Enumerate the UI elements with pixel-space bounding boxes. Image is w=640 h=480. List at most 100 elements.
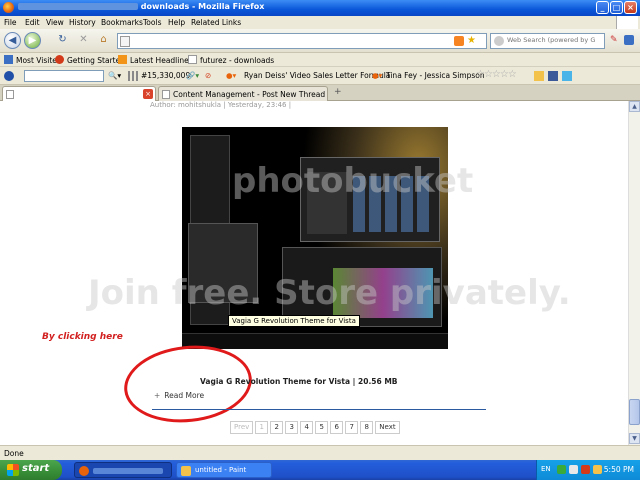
- vertical-scrollbar[interactable]: ▲ ▼: [628, 101, 640, 445]
- search-engine-icon[interactable]: [494, 36, 504, 46]
- tab-favicon: [6, 90, 14, 99]
- pager-page-2[interactable]: 2: [270, 421, 284, 434]
- read-more-link[interactable]: + Read More: [154, 391, 204, 400]
- title-bar: downloads - Mozilla Firefox _ □ ×: [0, 0, 640, 16]
- system-tray: EN 5:50 PM: [536, 460, 640, 480]
- explorer-files: [353, 176, 433, 232]
- pager-page-6[interactable]: 6: [330, 421, 344, 434]
- status-bar: Done: [0, 445, 640, 460]
- redacted-taskbar-text: [93, 468, 163, 474]
- tray-icon-4[interactable]: [593, 465, 602, 474]
- bookmark-futurez[interactable]: futurez - downloads: [188, 55, 274, 65]
- home-icon[interactable]: ⌂: [95, 32, 112, 49]
- taskbar-item-firefox[interactable]: [74, 462, 172, 478]
- explorer-window-preview: [300, 157, 440, 242]
- menu-file[interactable]: File: [4, 18, 17, 27]
- close-button[interactable]: ×: [624, 1, 637, 14]
- menu-history[interactable]: History: [69, 18, 96, 27]
- pager-page-5[interactable]: 5: [315, 421, 329, 434]
- tab-close-icon[interactable]: ×: [143, 89, 153, 99]
- tab-favicon: [162, 90, 170, 99]
- menu-edit[interactable]: Edit: [25, 18, 40, 27]
- rank-bars-icon: [128, 71, 138, 81]
- page-content: Author: mohitshukla | Yesterday, 23:46 |…: [0, 101, 628, 445]
- search-box[interactable]: [490, 33, 605, 49]
- clock: 5:50 PM: [603, 465, 634, 474]
- back-button[interactable]: ◀: [4, 32, 21, 49]
- rating-stars[interactable]: ☆☆☆☆☆: [476, 69, 517, 80]
- windows-logo-icon: [7, 464, 19, 476]
- paint-icon: [181, 466, 191, 476]
- url-bar[interactable]: ★: [117, 33, 487, 49]
- twitter-icon[interactable]: [562, 71, 572, 81]
- scroll-down-icon[interactable]: ▼: [629, 433, 640, 444]
- start-button[interactable]: start: [0, 460, 62, 480]
- pager-prev[interactable]: Prev: [230, 421, 254, 434]
- page-favicon: [120, 36, 130, 47]
- tray-icon-2[interactable]: [569, 465, 578, 474]
- tray-icon-3[interactable]: [581, 465, 590, 474]
- page-icon: [188, 55, 197, 64]
- menu-tools[interactable]: Tools: [143, 18, 161, 27]
- toolbar-link-ryan[interactable]: Ryan Deiss' Video Sales Letter Formula: [244, 71, 390, 80]
- facebook-icon[interactable]: [548, 71, 558, 81]
- most-visited-icon: [4, 55, 13, 64]
- firefox-small-icon: ●▾: [226, 71, 237, 80]
- maximize-button[interactable]: □: [610, 1, 623, 14]
- post-title[interactable]: Vagia G Revolution Theme for Vista | 20.…: [200, 377, 398, 386]
- bookmarks-toolbar: Most Visited Getting Started Latest Head…: [0, 53, 640, 67]
- menu-help[interactable]: Help: [168, 18, 185, 27]
- post-screenshot[interactable]: Vagia G Revolution Theme for Vista: [182, 127, 448, 349]
- menu-view[interactable]: View: [46, 18, 64, 27]
- reload-icon[interactable]: ↻: [54, 32, 71, 49]
- search-input[interactable]: [507, 36, 603, 44]
- block-icon[interactable]: ⊘: [205, 71, 211, 80]
- explorer-pane: [307, 172, 347, 234]
- firefox-taskbar-icon: [79, 466, 89, 476]
- alexa-rank: #15,330,009: [141, 71, 191, 80]
- toolbar-link-tina[interactable]: Tina Fey - Jessica Simpson: [386, 71, 485, 80]
- pagination: Prev 1 2 3 4 5 6 7 8 Next: [230, 421, 402, 435]
- menu-bar: File Edit View History Bookmarks Tools H…: [0, 16, 640, 29]
- taskbar-item-paint[interactable]: untitled - Paint: [176, 462, 272, 478]
- pager-page-1[interactable]: 1: [255, 421, 269, 434]
- tray-icon-1[interactable]: [557, 465, 566, 474]
- pager-next[interactable]: Next: [375, 421, 400, 434]
- navigation-toolbar: ◀ ▶ ↻ ✕ ⌂ ★ ✎: [0, 29, 640, 53]
- scroll-up-icon[interactable]: ▲: [629, 101, 640, 112]
- gallery-image: [333, 268, 433, 318]
- window-title: downloads - Mozilla Firefox: [18, 2, 264, 11]
- stop-icon[interactable]: ✕: [75, 32, 92, 49]
- firefox-icon: [3, 2, 14, 13]
- windows-taskbar: start untitled - Paint EN 5:50 PM: [0, 460, 640, 480]
- addon-icon[interactable]: ✎: [610, 35, 620, 45]
- rss-icon[interactable]: [454, 36, 464, 46]
- note-icon[interactable]: [534, 71, 544, 81]
- preview-taskbar: [182, 333, 448, 349]
- scroll-thumb[interactable]: [629, 399, 640, 425]
- pager-page-4[interactable]: 4: [300, 421, 314, 434]
- pager-page-3[interactable]: 3: [285, 421, 299, 434]
- toolbar-search-input[interactable]: [24, 70, 104, 82]
- menu-bookmarks[interactable]: Bookmarks: [101, 18, 143, 27]
- menu-related-links[interactable]: Related Links: [191, 18, 241, 27]
- pager-page-8[interactable]: 8: [360, 421, 374, 434]
- addon-icon-2[interactable]: [624, 35, 634, 45]
- forward-button[interactable]: ▶: [24, 32, 41, 49]
- annotation-text: By clicking here: [42, 332, 123, 342]
- new-tab-icon[interactable]: +: [334, 87, 342, 97]
- tab-content-management[interactable]: Content Management - Post New Thread: [158, 86, 328, 101]
- bookmark-most-visited[interactable]: Most Visited: [4, 55, 62, 65]
- toolbar-search-icon[interactable]: 🔍▾: [108, 71, 121, 80]
- tab-current[interactable]: ×: [2, 86, 156, 101]
- link-icon[interactable]: 🔗▾: [186, 71, 199, 80]
- redacted-title-text: [18, 3, 138, 10]
- minimize-button[interactable]: _: [596, 1, 609, 14]
- bookmark-getting-started[interactable]: Getting Started: [55, 55, 125, 65]
- bookmark-latest-headlines[interactable]: Latest Headlines: [118, 55, 193, 65]
- bookmark-star-icon[interactable]: ★: [467, 35, 476, 46]
- toolbar-logo-icon[interactable]: [4, 71, 14, 81]
- post-author-line: Author: mohitshukla | Yesterday, 23:46 |: [150, 101, 292, 109]
- pager-page-7[interactable]: 7: [345, 421, 359, 434]
- language-indicator[interactable]: EN: [541, 465, 551, 473]
